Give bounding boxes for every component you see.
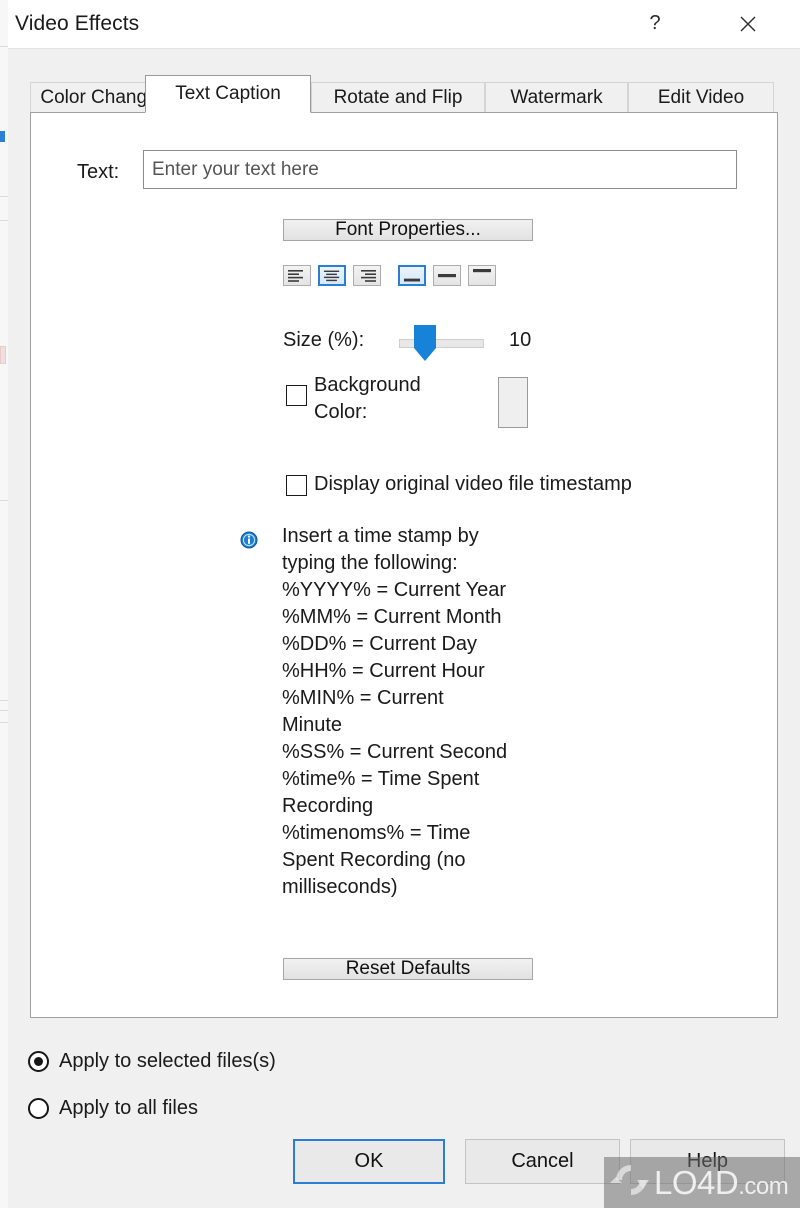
align-top-icon[interactable] bbox=[468, 265, 496, 286]
text-caption-panel: Text: Font Properties... bbox=[30, 112, 778, 1018]
background-divider bbox=[0, 700, 8, 701]
display-timestamp-checkbox[interactable] bbox=[286, 475, 307, 496]
help-question-glyph: ? bbox=[649, 12, 661, 34]
ok-button[interactable]: OK bbox=[293, 1139, 445, 1184]
radio-apply-to-selected-files[interactable]: Apply to selected files(s) bbox=[28, 1047, 276, 1075]
size-slider-thumb[interactable] bbox=[413, 324, 437, 362]
background-color-swatch[interactable] bbox=[498, 377, 528, 428]
align-middle-icon[interactable] bbox=[433, 265, 461, 286]
background-swatch-marker bbox=[0, 346, 6, 364]
info-icon bbox=[240, 531, 258, 549]
alignment-button-row bbox=[283, 265, 535, 291]
background-divider bbox=[0, 710, 8, 711]
help-question-icon[interactable]: ? bbox=[629, 0, 681, 47]
text-input[interactable] bbox=[143, 150, 737, 189]
close-icon[interactable] bbox=[722, 0, 774, 47]
size-value: 10 bbox=[509, 329, 532, 351]
background-selection-marker bbox=[0, 131, 5, 142]
tab-label: Text Caption bbox=[175, 83, 281, 104]
timestamp-help-text: Insert a time stamp by typing the follow… bbox=[282, 525, 508, 898]
tab-rotate-and-flip[interactable]: Rotate and Flip bbox=[311, 82, 485, 112]
radio-label: Apply to all files bbox=[59, 1096, 198, 1119]
background-divider bbox=[0, 220, 8, 221]
align-bottom-icon[interactable] bbox=[398, 265, 426, 286]
size-label: Size (%): bbox=[283, 329, 365, 351]
align-center-icon[interactable] bbox=[318, 265, 346, 286]
font-properties-button[interactable]: Font Properties... bbox=[283, 219, 533, 241]
radio-indicator bbox=[28, 1050, 49, 1072]
background-color-label: Background Color: bbox=[314, 374, 421, 423]
cancel-button[interactable]: Cancel bbox=[465, 1139, 620, 1184]
background-divider bbox=[0, 500, 8, 501]
radio-indicator bbox=[28, 1097, 49, 1119]
text-field-label: Text: bbox=[77, 161, 120, 183]
background-divider bbox=[0, 196, 8, 197]
window-title: Video Effects bbox=[15, 12, 140, 35]
tab-label: Edit Video bbox=[657, 86, 745, 108]
tab-label: Color Change bbox=[40, 86, 158, 108]
background-color-checkbox[interactable] bbox=[286, 385, 307, 406]
background-divider bbox=[0, 46, 8, 47]
video-effects-dialog: Video Effects ? Color Change Text Captio… bbox=[8, 0, 800, 1208]
reset-defaults-button[interactable]: Reset Defaults bbox=[283, 958, 533, 980]
align-right-icon[interactable] bbox=[353, 265, 381, 286]
background-divider bbox=[0, 722, 8, 723]
radio-apply-to-all-files[interactable]: Apply to all files bbox=[28, 1094, 198, 1122]
title-bar: Video Effects ? bbox=[8, 0, 800, 49]
tab-label: Watermark bbox=[510, 86, 603, 108]
tab-text-caption[interactable]: Text Caption bbox=[145, 75, 311, 113]
tab-strip: Color Change Text Caption Rotate and Fli… bbox=[30, 75, 778, 113]
tab-watermark[interactable]: Watermark bbox=[485, 82, 628, 112]
help-button[interactable]: Help bbox=[630, 1139, 785, 1184]
radio-label: Apply to selected files(s) bbox=[59, 1049, 276, 1072]
align-left-icon[interactable] bbox=[283, 265, 311, 286]
display-timestamp-label: Display original video file timestamp bbox=[314, 473, 632, 495]
tab-label: Rotate and Flip bbox=[333, 86, 463, 108]
tab-edit-video[interactable]: Edit Video bbox=[628, 82, 774, 112]
size-slider-track[interactable] bbox=[399, 339, 484, 348]
